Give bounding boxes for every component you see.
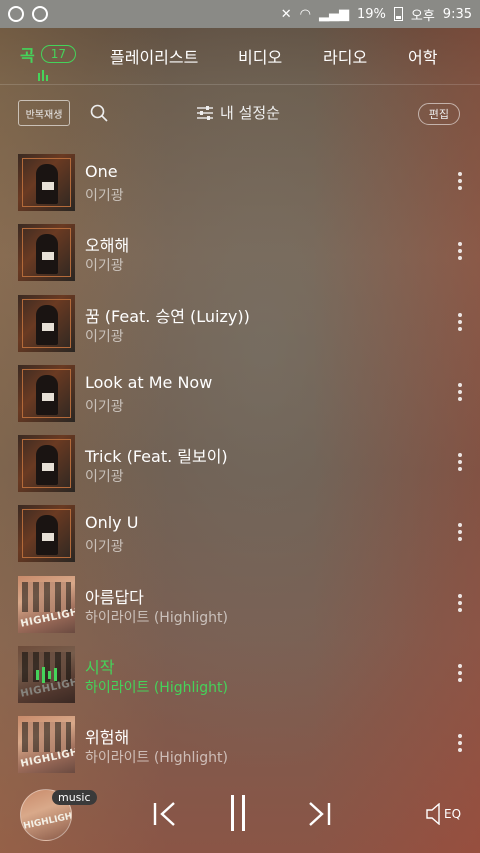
app-notification-icon [8, 6, 24, 22]
divider [0, 84, 480, 85]
album-art [18, 154, 75, 211]
equalizer-button[interactable]: EQ [426, 803, 461, 825]
list-toolbar: 반복재생 내 설정순 편집 [0, 96, 480, 132]
song-artist: 이기광 [85, 539, 124, 556]
more-options-icon[interactable] [458, 593, 462, 612]
song-row[interactable]: Look at Me Now 이기광 [0, 359, 480, 429]
now-playing-eq-icon [38, 70, 48, 81]
song-artist: 하이라이트 (Highlight) [85, 750, 228, 767]
clock: 9:35 [442, 6, 472, 22]
song-title: 위험해 [85, 728, 130, 748]
music-notification-icon [32, 6, 48, 22]
song-title: 시작 [85, 658, 115, 678]
album-art [18, 294, 75, 352]
mute-icon: ✕ [280, 6, 292, 22]
more-options-icon[interactable] [458, 523, 462, 542]
speaker-icon [426, 803, 440, 825]
song-title: 아름답다 [85, 587, 144, 607]
song-count-badge: 17 [40, 45, 77, 63]
music-badge: music [52, 790, 97, 805]
wifi-icon: ◠ [299, 6, 311, 22]
song-row[interactable]: 꿈 (Feat. 승연 (Luizy)) 이기광 [0, 289, 480, 359]
mini-player: HIGHLIGHT music EQ [0, 773, 480, 853]
sort-settings-icon [197, 105, 213, 120]
previous-button[interactable] [152, 801, 178, 827]
more-options-icon[interactable] [458, 453, 462, 472]
next-button[interactable] [306, 801, 332, 827]
album-art [18, 505, 75, 563]
song-row[interactable]: HIGHLIGHT 위험해 하이라이트 (Highlight) [0, 710, 480, 780]
battery-icon [393, 7, 403, 21]
album-art [18, 224, 75, 282]
song-artist: 이기광 [85, 398, 124, 415]
album-art: HIGHLIGHT [18, 575, 75, 633]
album-art [18, 435, 75, 493]
album-art: HIGHLIGHT [18, 646, 75, 704]
repeat-button[interactable]: 반복재생 [18, 100, 70, 126]
repeat-label: 반복재생 [25, 109, 63, 121]
tab-playlists[interactable]: 플레이리스트 [110, 44, 198, 68]
tab-language[interactable]: 어학 [408, 44, 437, 68]
pause-button[interactable] [231, 795, 251, 831]
song-title: Only U [85, 513, 139, 533]
song-row[interactable]: 오해해 이기광 [0, 218, 480, 288]
song-title: 오해해 [85, 236, 130, 256]
song-row[interactable]: Only U 이기광 [0, 499, 480, 569]
more-options-icon[interactable] [458, 664, 462, 683]
sort-label: 내 설정순 [220, 104, 280, 122]
ampm: 오후 [410, 8, 435, 24]
song-artist: 하이라이트 (Highlight) [85, 680, 228, 697]
sort-button[interactable]: 내 설정순 [196, 102, 280, 123]
more-options-icon[interactable] [458, 382, 462, 401]
album-art [18, 364, 75, 422]
tab-videos[interactable]: 비디오 [238, 44, 282, 68]
now-playing-icon [18, 646, 75, 704]
song-row[interactable]: Trick (Feat. 릴보이) 이기광 [0, 429, 480, 499]
more-options-icon[interactable] [458, 172, 462, 190]
song-artist: 이기광 [85, 469, 124, 486]
category-tabs: 곡 17 플레이리스트 비디오 라디오 어학 [0, 38, 480, 81]
song-row[interactable]: One 이기광 [0, 148, 480, 218]
song-artist: 이기광 [85, 188, 124, 204]
song-title: One [85, 162, 118, 181]
song-list: One 이기광 오해해 이기광 꿈 (Feat. 승연 (Luizy)) 이기광… [0, 148, 480, 781]
signal-icon: ▂▄▆ [318, 6, 349, 22]
song-title: Look at Me Now [85, 372, 213, 392]
song-row-now-playing[interactable]: HIGHLIGHT 시작 하이라이트 (Highlight) [0, 640, 480, 710]
song-row[interactable]: HIGHLIGHT 아름답다 하이라이트 (Highlight) [0, 570, 480, 640]
album-art: HIGHLIGHT [18, 716, 75, 774]
more-options-icon[interactable] [458, 734, 462, 753]
song-title: Trick (Feat. 릴보이) [85, 447, 228, 467]
tab-radio[interactable]: 라디오 [323, 44, 367, 68]
song-artist: 이기광 [85, 328, 124, 345]
edit-button[interactable]: 편집 [417, 103, 460, 125]
song-artist: 이기광 [85, 258, 124, 275]
tab-songs-label: 곡 [20, 46, 35, 65]
eq-label: EQ [444, 807, 462, 821]
more-options-icon[interactable] [458, 312, 462, 331]
search-icon[interactable] [90, 104, 108, 122]
more-options-icon[interactable] [458, 242, 462, 261]
tab-songs[interactable]: 곡 17 [20, 42, 77, 66]
song-artist: 하이라이트 (Highlight) [85, 609, 228, 626]
status-bar: ✕ ◠ ▂▄▆ 19% 오후 9:35 [0, 0, 480, 28]
battery-percent: 19% [356, 6, 386, 22]
song-title: 꿈 (Feat. 승연 (Luizy)) [85, 306, 250, 326]
